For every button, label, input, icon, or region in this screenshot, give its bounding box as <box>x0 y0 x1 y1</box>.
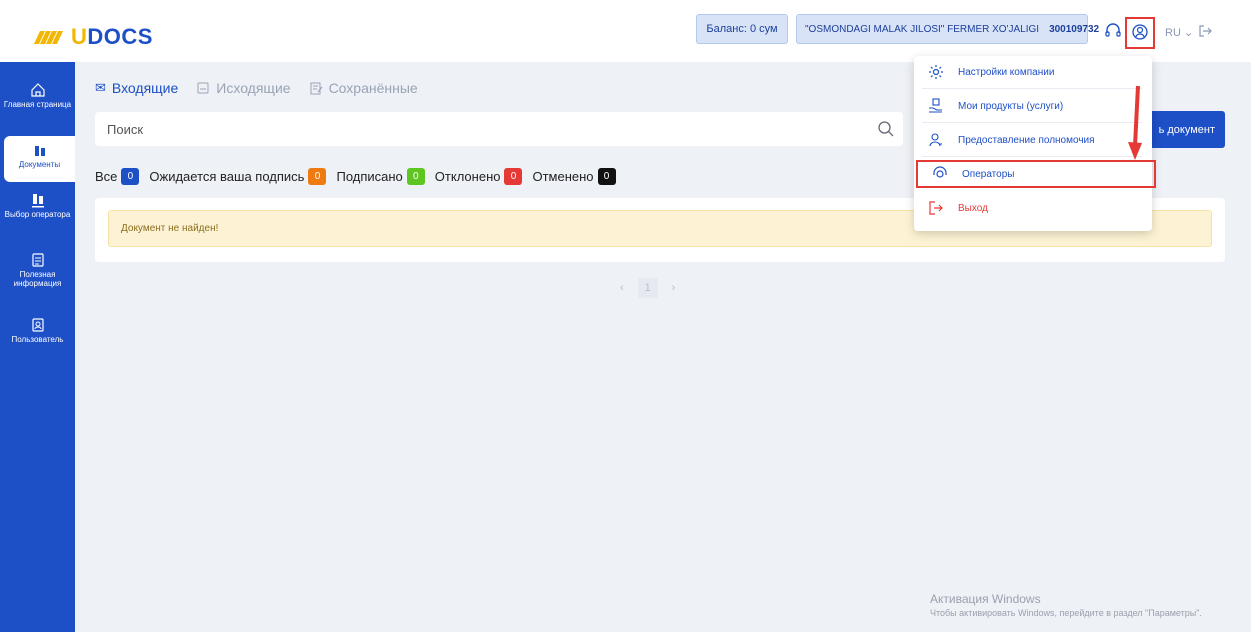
language-selector[interactable]: RU ⌄ <box>1165 26 1193 39</box>
search-placeholder: Поиск <box>107 121 144 137</box>
logo-mark-icon <box>33 29 64 45</box>
create-document-button[interactable]: ь документ <box>1145 111 1225 148</box>
search-icon[interactable] <box>877 120 895 138</box>
watermark-title: Активация Windows <box>930 592 1041 606</box>
sidebar-item-label: Выбор оператора <box>4 210 71 219</box>
menu-item-my-products[interactable]: Мои продукты (услуги) <box>914 92 1152 120</box>
sidebar: Главная страница Документы Выбор операто… <box>0 62 75 632</box>
filter-rejected[interactable]: Отклонено 0 <box>435 168 523 185</box>
count-badge: 0 <box>121 168 140 185</box>
info-icon <box>31 253 44 267</box>
page-number[interactable]: 1 <box>637 278 658 298</box>
logo-text: UDOCS <box>71 24 153 49</box>
menu-item-delegation[interactable]: Предоставление полномочия <box>914 126 1152 154</box>
logout-icon[interactable] <box>1198 24 1212 43</box>
headset-icon[interactable] <box>1104 22 1122 40</box>
count-badge: 0 <box>597 168 616 185</box>
count-badge: 0 <box>406 168 425 185</box>
menu-divider <box>922 156 1142 157</box>
home-icon <box>30 83 45 97</box>
operator-icon <box>31 194 44 208</box>
menu-item-logout[interactable]: Выход <box>914 194 1152 222</box>
document-tabs: ✉ Входящие Исходящие Сохранённые <box>95 80 418 96</box>
sidebar-item-label: Главная страница <box>3 100 72 109</box>
delegation-icon <box>914 132 958 148</box>
tab-incoming[interactable]: ✉ Входящие <box>95 80 178 96</box>
sidebar-item-operator[interactable]: Выбор оператора <box>0 192 75 219</box>
windows-activation-watermark: Активация Windows Чтобы активировать Win… <box>930 592 1202 618</box>
menu-item-operators[interactable]: Операторы <box>916 160 1156 188</box>
tab-label: Входящие <box>111 80 179 96</box>
envelope-icon: ✉ <box>95 80 106 95</box>
filter-label: Все <box>95 169 118 184</box>
company-inn: 300109732 <box>1049 23 1100 35</box>
menu-item-label: Операторы <box>962 168 1015 180</box>
user-dropdown-menu: Настройки компании Мои продукты (услуги)… <box>914 56 1156 231</box>
user-icon <box>31 318 44 332</box>
tab-label: Сохранённые <box>328 80 418 96</box>
prev-page-button[interactable]: ‹ <box>620 282 624 294</box>
pagination: ‹ 1 › <box>620 278 675 298</box>
company-selector[interactable]: "OSMONDAGI MALAK JILOSI" FERMER XO'JALIG… <box>796 14 1099 44</box>
next-page-button[interactable]: › <box>672 282 676 294</box>
watermark-subtitle: Чтобы активировать Windows, перейдите в … <box>930 608 1202 618</box>
menu-item-label: Настройки компании <box>958 66 1055 78</box>
tab-saved[interactable]: Сохранённые <box>309 80 418 96</box>
top-header: UDOCS Баланс: 0 сум "OSMONDAGI MALAK JIL… <box>0 0 1251 62</box>
menu-divider <box>922 122 1142 123</box>
filter-signed[interactable]: Подписано 0 <box>336 168 425 185</box>
filter-label: Ожидается ваша подпись <box>149 169 305 184</box>
chevron-down-icon: ⌄ <box>1183 27 1194 39</box>
documents-icon <box>34 146 45 156</box>
count-badge: 0 <box>504 168 523 185</box>
sidebar-item-documents[interactable]: Документы <box>4 136 75 182</box>
sidebar-item-label: Пользователь <box>11 335 64 344</box>
menu-item-label: Мои продукты (услуги) <box>958 100 1064 112</box>
search-input[interactable]: Поиск <box>95 112 903 146</box>
user-menu-button[interactable] <box>1125 17 1155 49</box>
menu-item-label: Предоставление полномочия <box>958 134 1095 146</box>
count-badge: 0 <box>308 168 327 185</box>
sidebar-item-user[interactable]: Пользователь <box>0 317 75 344</box>
products-icon <box>914 98 958 114</box>
annotation-arrow-icon <box>1128 86 1142 160</box>
filter-all[interactable]: Все 0 <box>95 168 140 185</box>
logo[interactable]: UDOCS <box>33 24 153 50</box>
status-filters: Все 0 Ожидается ваша подпись 0 Подписано… <box>95 168 616 185</box>
tab-outgoing[interactable]: Исходящие <box>196 80 291 96</box>
balance-badge[interactable]: Баланс: 0 сум <box>696 14 788 44</box>
menu-item-company-settings[interactable]: Настройки компании <box>914 58 1152 86</box>
sidebar-item-label: Документы <box>18 160 61 169</box>
sidebar-item-label: Полезная информация <box>13 270 62 288</box>
company-name: "OSMONDAGI MALAK JILOSI" FERMER XO'JALIG… <box>805 23 1040 35</box>
filter-label: Отклонено <box>434 169 501 184</box>
filter-label: Подписано <box>336 169 403 184</box>
logout-icon <box>914 200 958 216</box>
sidebar-item-home[interactable]: Главная страница <box>0 82 75 109</box>
tab-label: Исходящие <box>216 80 291 96</box>
draft-icon <box>310 82 323 95</box>
outbox-icon <box>197 82 209 94</box>
filter-label: Отменено <box>532 169 594 184</box>
menu-divider <box>922 88 1142 89</box>
filter-awaiting-signature[interactable]: Ожидается ваша подпись 0 <box>149 168 327 185</box>
filter-cancelled[interactable]: Отменено 0 <box>532 168 616 185</box>
menu-item-label: Выход <box>958 202 988 214</box>
sidebar-item-info[interactable]: Полезная информация <box>0 252 75 288</box>
language-label: RU <box>1165 27 1181 39</box>
operators-icon <box>918 166 962 182</box>
user-circle-icon <box>1132 24 1148 40</box>
gear-icon <box>914 64 958 80</box>
